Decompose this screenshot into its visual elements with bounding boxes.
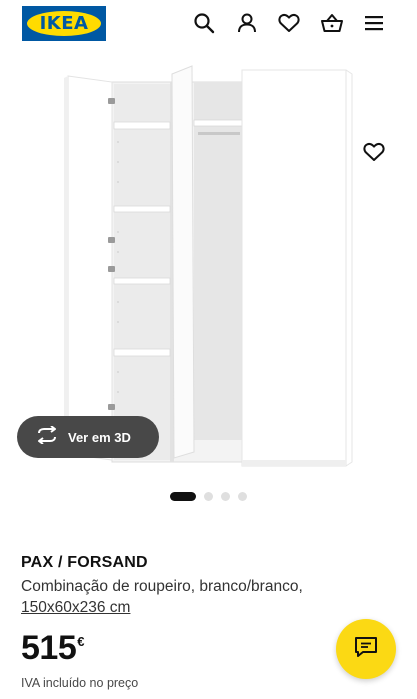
top-header: IKEA [0,0,417,52]
carousel-dot-4[interactable] [238,492,247,501]
logo-text: IKEA [39,13,89,34]
carousel-dot-2[interactable] [204,492,213,501]
chat-bubble-icon [354,636,378,663]
price-value: 515 [21,629,77,667]
price-currency: € [77,634,85,649]
add-to-favourites-heart-icon[interactable] [360,138,388,166]
product-description-text: Combinação de roupeiro, branco/branco, [21,578,303,595]
product-price: 515 € [21,628,84,668]
heart-icon[interactable] [275,9,303,37]
carousel-dot-1[interactable] [170,492,196,501]
carousel-indicator [170,492,247,501]
product-dimensions-link[interactable]: 150x60x236 cm [21,599,130,616]
carousel-dot-3[interactable] [221,492,230,501]
view-in-3d-button[interactable]: Ver em 3D [17,416,159,458]
vat-note: IVA incluído no preço [21,676,139,690]
hamburger-menu-icon[interactable] [360,9,388,37]
product-name: PAX / FORSAND [21,554,148,571]
user-icon[interactable] [233,9,261,37]
product-description: Combinação de roupeiro, branco/branco, 1… [21,576,361,618]
chat-button[interactable] [336,619,396,679]
rotate-3d-icon [35,424,59,449]
view-in-3d-label: Ver em 3D [68,429,131,445]
logo-oval: IKEA [27,11,101,36]
ikea-logo[interactable]: IKEA [22,6,106,41]
search-icon[interactable] [190,9,218,37]
basket-icon[interactable] [318,9,346,37]
